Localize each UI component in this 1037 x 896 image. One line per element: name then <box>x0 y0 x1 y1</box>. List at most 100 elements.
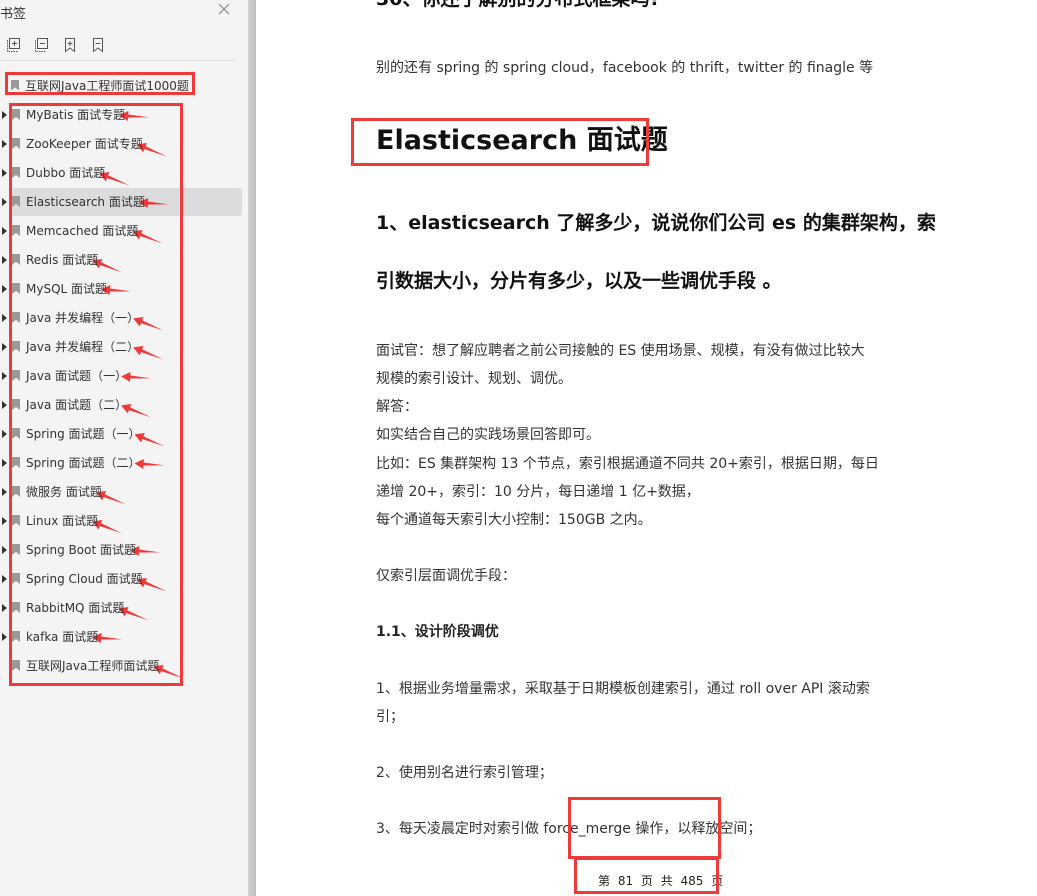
bookmark-label: MyBatis 面试专题 <box>26 108 126 122</box>
bookmark-icon <box>12 428 20 439</box>
bookmark-icon <box>12 515 20 526</box>
collapse-all-icon <box>35 38 48 52</box>
page-number: 第 81 页 共 485 页 <box>598 874 724 888</box>
remove-bookmark-button[interactable] <box>90 37 106 53</box>
expand-arrow-icon[interactable] <box>2 574 7 583</box>
expand-arrow-icon[interactable] <box>2 284 7 293</box>
bookmark-item[interactable]: Spring Cloud 面试题 <box>0 564 248 593</box>
bookmark-icon <box>12 370 20 381</box>
bookmark-icon <box>12 486 20 497</box>
expand-arrow-icon[interactable] <box>2 632 7 641</box>
expand-arrow-icon[interactable] <box>2 313 7 322</box>
add-bookmark-button[interactable] <box>62 37 78 53</box>
expand-arrow-icon[interactable] <box>2 255 7 264</box>
bookmark-label: Memcached 面试题 <box>26 224 139 238</box>
bookmark-item[interactable]: kafka 面试题 <box>0 622 248 651</box>
bookmark-icon <box>12 341 20 352</box>
bookmark-label: Spring 面试题（二） <box>26 456 141 470</box>
bookmark-item[interactable]: 微服务 面试题 <box>0 477 248 506</box>
toolbar-divider <box>0 60 236 61</box>
tuning-intro: 仅索引层面调优手段： <box>376 568 516 584</box>
bookmark-item[interactable]: ZooKeeper 面试专题 <box>0 129 248 158</box>
bookmark-label: Java 并发编程（二） <box>26 340 140 354</box>
bookmarks-panel: 书签 互联网Java工程师面试1000题 MyBatis 面试专题 ZooKeep… <box>0 0 248 896</box>
panel-title: 书签 <box>0 7 27 22</box>
bookmark-label: 微服务 面试题 <box>26 485 102 499</box>
bookmark-item[interactable]: Spring 面试题（二） <box>0 448 248 477</box>
section-title: Elasticsearch 面试题 <box>376 125 668 156</box>
bookmark-icon <box>12 573 20 584</box>
panel-splitter[interactable] <box>248 0 256 896</box>
bookmark-label: Java 面试题（一） <box>26 369 128 383</box>
expand-arrow-icon[interactable] <box>2 429 7 438</box>
bookmark-icon <box>12 254 20 265</box>
bookmark-list: MyBatis 面试专题 ZooKeeper 面试专题 Dubbo 面试题 Elast… <box>0 100 248 680</box>
expand-arrow-icon[interactable] <box>2 371 7 380</box>
bookmark-item[interactable]: MySQL 面试题 <box>0 274 248 303</box>
bookmark-item[interactable]: Redis 面试题 <box>0 245 248 274</box>
bookmark-label: Spring Boot 面试题 <box>26 543 136 557</box>
expand-arrow-icon[interactable] <box>2 226 7 235</box>
bookmark-item[interactable]: Spring Boot 面试题 <box>0 535 248 564</box>
bookmark-item[interactable]: Spring 面试题（一） <box>0 419 248 448</box>
bookmark-icon <box>12 399 20 410</box>
expand-arrow-icon[interactable] <box>2 458 7 467</box>
expand-arrow-icon[interactable] <box>2 197 7 206</box>
bookmark-label: Dubbo 面试题 <box>26 166 106 180</box>
bookmark-item[interactable]: Java 面试题（二） <box>0 390 248 419</box>
bookmark-item[interactable]: Elasticsearch 面试题 <box>0 187 248 216</box>
clipped-heading: 30、你还了解别的分布式框架吗? <box>376 0 660 11</box>
bookmark-item[interactable]: RabbitMQ 面试题 <box>0 593 248 622</box>
bookmark-root[interactable]: 互联网Java工程师面试1000题 <box>11 75 189 95</box>
bookmark-label: ZooKeeper 面试专题 <box>26 137 143 151</box>
body-line: 比如：ES 集群架构 13 个节点，索引根据通道不同共 20+索引，根据日期，每… <box>376 456 879 472</box>
body-line: 递增 20+，索引：10 分片，每日递增 1 亿+数据， <box>376 484 700 500</box>
expand-arrow-icon[interactable] <box>2 516 7 525</box>
document-page: 30、你还了解别的分布式框架吗? 别的还有 spring 的 spring cl… <box>256 0 1037 896</box>
expand-arrow-icon[interactable] <box>2 603 7 612</box>
bookmark-item[interactable]: Memcached 面试题 <box>0 216 248 245</box>
expand-arrow-icon <box>2 662 7 670</box>
bookmark-icon <box>12 602 20 613</box>
add-bookmark-icon <box>65 38 75 53</box>
expand-arrow-icon[interactable] <box>2 342 7 351</box>
body-line: 每个通道每天索引大小控制：150GB 之内。 <box>376 512 652 528</box>
expand-arrow-icon[interactable] <box>2 545 7 554</box>
bookmark-item[interactable]: Java 并发编程（一） <box>0 303 248 332</box>
bookmark-label: RabbitMQ 面试题 <box>26 601 125 615</box>
bookmark-label: Java 面试题（二） <box>26 398 128 412</box>
bookmark-label: 互联网Java工程师面试1000题 <box>25 78 189 93</box>
bookmark-label: Spring 面试题（一） <box>26 427 141 441</box>
bookmark-item[interactable]: 互联网Java工程师面试题 <box>0 651 248 680</box>
bookmark-icon <box>12 138 20 149</box>
bookmark-label: MySQL 面试题 <box>26 282 108 296</box>
body-line: 规模的索引设计、规划、调优。 <box>376 371 572 387</box>
intro-paragraph: 别的还有 spring 的 spring cloud，facebook 的 th… <box>376 60 874 76</box>
bookmark-item[interactable]: Java 面试题（一） <box>0 361 248 390</box>
bookmark-item[interactable]: MyBatis 面试专题 <box>0 100 248 129</box>
bookmark-icon <box>12 312 20 323</box>
bookmark-item[interactable]: Linux 面试题 <box>0 506 248 535</box>
close-icon[interactable] <box>216 2 232 18</box>
bookmark-icon <box>12 457 20 468</box>
bookmark-item[interactable]: Dubbo 面试题 <box>0 158 248 187</box>
expand-arrow-icon[interactable] <box>2 110 7 119</box>
point-2: 2、使用别名进行索引管理； <box>376 765 553 781</box>
expand-arrow-icon[interactable] <box>2 139 7 148</box>
expand-arrow-icon[interactable] <box>2 400 7 409</box>
bookmark-icon <box>12 196 20 207</box>
collapse-all-button[interactable] <box>34 37 50 53</box>
expand-all-button[interactable] <box>6 37 22 53</box>
point-1-line-1: 1、根据业务增量需求，采取基于日期模板创建索引，通过 roll over API… <box>376 681 870 697</box>
subsection-title: 1.1、设计阶段调优 <box>376 624 499 640</box>
bookmark-icon <box>11 79 19 91</box>
bookmark-label: 互联网Java工程师面试题 <box>26 659 160 673</box>
expand-arrow-icon[interactable] <box>2 487 7 496</box>
bookmark-label: Elasticsearch 面试题 <box>26 195 145 209</box>
body-line: 如实结合自己的实践场景回答即可。 <box>376 427 600 443</box>
bookmark-item[interactable]: Java 并发编程（二） <box>0 332 248 361</box>
bookmark-icon <box>12 660 20 671</box>
bookmark-icon <box>12 225 20 236</box>
expand-arrow-icon[interactable] <box>2 168 7 177</box>
bookmark-icon <box>12 283 20 294</box>
